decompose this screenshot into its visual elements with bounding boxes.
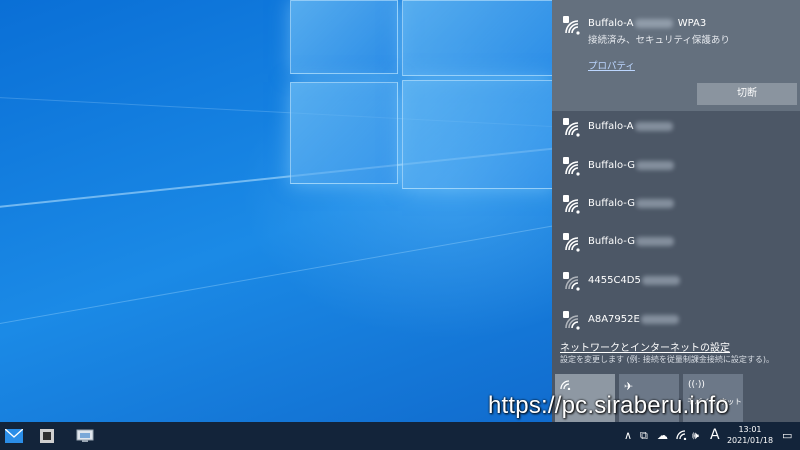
redacted-text — [636, 198, 675, 208]
windows-logo-pane — [290, 82, 398, 184]
control-panel-icon[interactable] — [76, 428, 94, 447]
network-list-item[interactable]: Buffalo-A — [552, 110, 800, 146]
network-name: A8A7952E — [588, 314, 640, 325]
network-settings-description: 設定を変更します (例: 接続を従量制課金接続に設定する)。 — [560, 355, 775, 364]
taskbar-clock[interactable]: 13:01 2021/01/18 — [726, 424, 774, 446]
hotspot-icon: ((·)) — [688, 380, 705, 390]
mail-icon[interactable] — [4, 428, 24, 447]
clock-time: 13:01 — [738, 425, 762, 434]
connected-network[interactable]: Buffalo-A WPA3 接続済み、セキュリティ保護あり プロパティ 切断 — [552, 0, 800, 111]
windows-logo-pane — [402, 80, 554, 189]
network-list-item[interactable]: Buffalo-G — [552, 225, 800, 261]
network-icon[interactable] — [676, 429, 688, 443]
properties-link[interactable]: プロパティ — [588, 58, 635, 72]
windows-logo-pane — [290, 0, 398, 74]
secured-wifi-icon — [562, 118, 582, 138]
network-list-item[interactable]: 4455C4D5 — [552, 264, 800, 300]
secured-wifi-icon — [562, 157, 582, 177]
security-type: WPA3 — [677, 18, 707, 29]
show-hidden-icons-icon[interactable]: ∧ — [624, 429, 632, 442]
meet-now-icon[interactable]: ⧉ — [640, 429, 648, 443]
onedrive-cloud-icon[interactable]: ☁ — [657, 429, 668, 442]
redacted-text — [641, 275, 680, 285]
secured-wifi-icon — [562, 233, 582, 253]
secured-wifi-icon — [562, 195, 582, 215]
network-name: Buffalo-A — [588, 121, 634, 132]
secured-wifi-icon — [562, 16, 582, 36]
network-name: Buffalo-G — [588, 160, 636, 171]
taskbar: ∧ ⧉ ☁ 🕪 A 13:01 2021/01/18 ▭ — [0, 422, 800, 450]
disconnect-button[interactable]: 切断 — [697, 83, 797, 105]
redacted-text — [634, 18, 673, 28]
network-name: Buffalo-G — [588, 236, 636, 247]
ime-indicator[interactable]: A — [710, 427, 720, 443]
redacted-text — [640, 314, 679, 324]
secured-wifi-icon — [562, 272, 582, 292]
notifications-icon[interactable]: ▭ — [782, 429, 792, 442]
network-list-item[interactable]: A8A7952E — [552, 303, 800, 339]
clock-date: 2021/01/18 — [726, 436, 774, 445]
redacted-text — [636, 160, 675, 170]
redacted-text — [634, 121, 673, 131]
network-name: 4455C4D5 — [588, 275, 641, 286]
connected-network-name: Buffalo-A WPA3 — [588, 18, 707, 29]
volume-icon[interactable]: 🕪 — [692, 429, 699, 443]
secured-wifi-icon — [562, 311, 582, 331]
network-list-item[interactable]: Buffalo-G — [552, 149, 800, 185]
network-list-item[interactable]: Buffalo-G — [552, 187, 800, 223]
windows-logo-pane — [402, 0, 554, 76]
connection-status: 接続済み、セキュリティ保護あり — [588, 35, 730, 46]
network-flyout: Buffalo-A WPA3 接続済み、セキュリティ保護あり プロパティ 切断 … — [552, 0, 800, 422]
watermark-text: https://pc.siraberu.info — [488, 392, 729, 419]
network-name: Buffalo-G — [588, 198, 636, 209]
redacted-text — [636, 236, 675, 246]
app-icon[interactable] — [40, 428, 54, 447]
network-settings-link[interactable]: ネットワークとインターネットの設定 — [560, 339, 730, 354]
